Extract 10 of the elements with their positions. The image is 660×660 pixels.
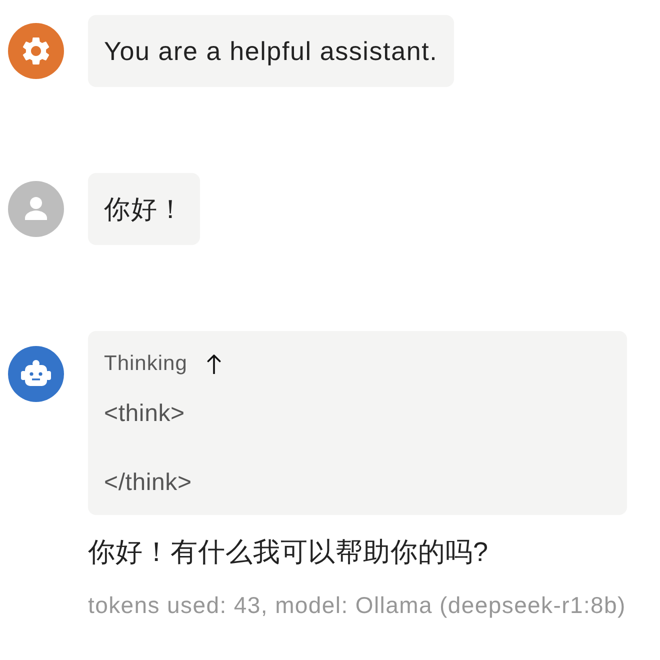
robot-icon — [8, 346, 64, 402]
thinking-text: </think> — [104, 468, 192, 498]
thinking-text: <think> — [104, 399, 185, 429]
person-icon — [8, 181, 64, 237]
reply-text: 你好！有什么我可以帮助你的吗? — [88, 536, 489, 569]
message-bubble: 你好！ — [88, 173, 200, 245]
gear-icon — [8, 23, 64, 79]
message-bubble: You are a helpful assistant. — [88, 15, 454, 87]
usage-info: tokens used: 43, model: Ollama (deepseek-r1:8b) — [88, 591, 626, 620]
thinking-toggle[interactable]: Thinking — [104, 351, 222, 377]
